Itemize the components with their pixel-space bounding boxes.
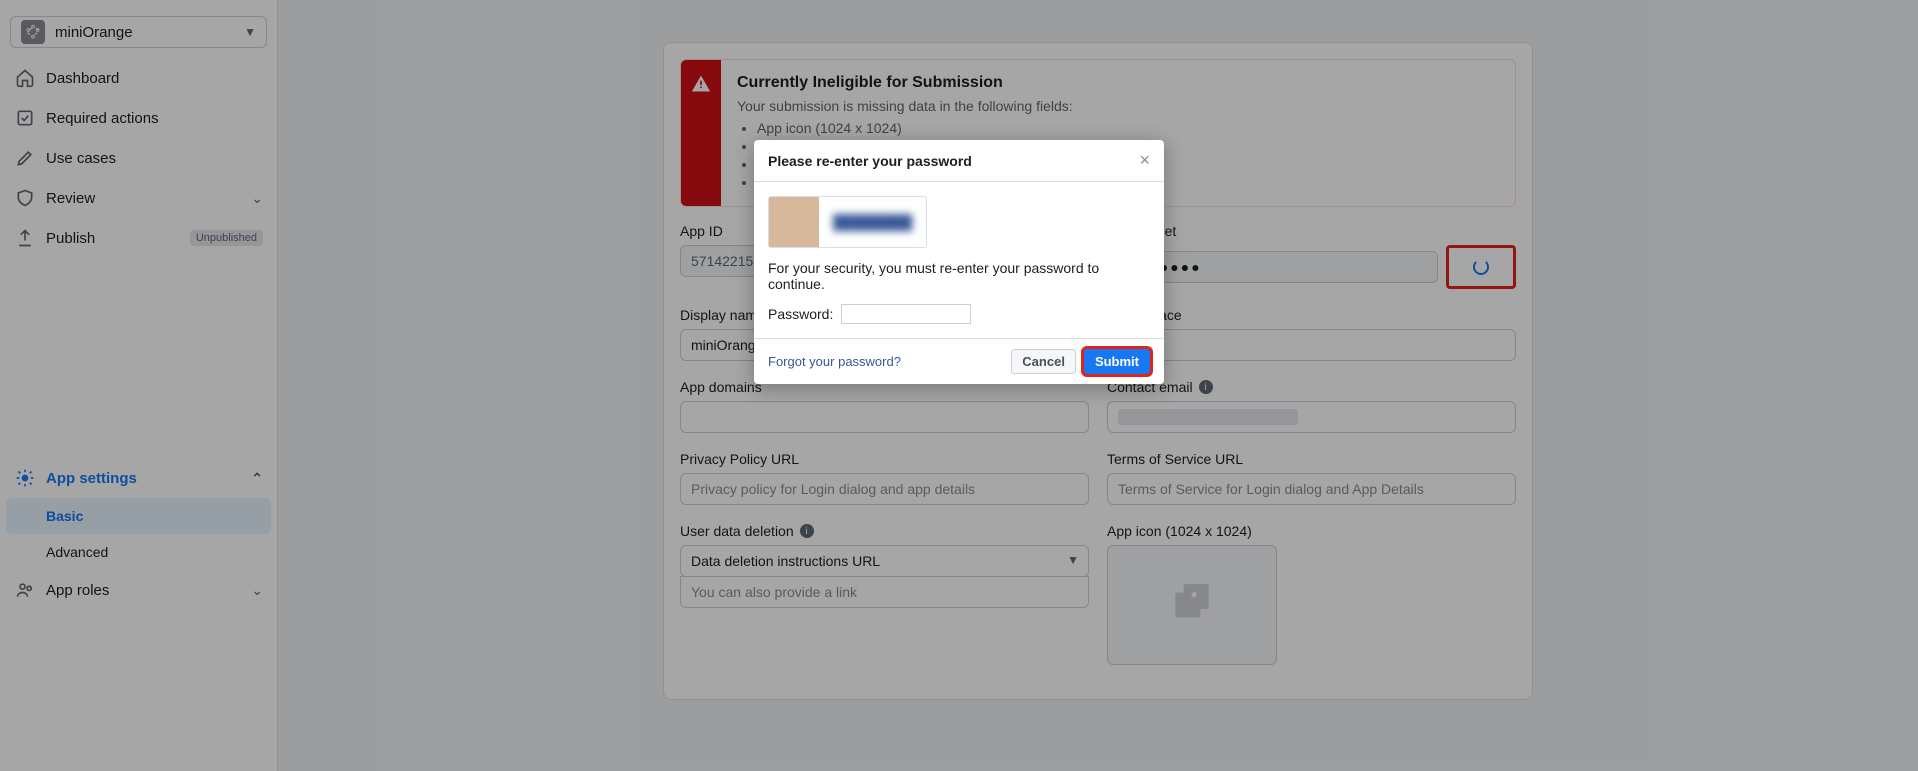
modal-security-text: For your security, you must re-enter you… <box>768 260 1150 292</box>
forgot-password-link[interactable]: Forgot your password? <box>768 354 1011 369</box>
modal-title: Please re-enter your password <box>768 153 1139 169</box>
modal-overlay: Please re-enter your password × ████████… <box>0 0 1918 771</box>
avatar <box>769 197 819 247</box>
password-input[interactable] <box>841 304 971 324</box>
password-modal: Please re-enter your password × ████████… <box>754 140 1164 384</box>
close-icon[interactable]: × <box>1139 150 1150 171</box>
user-name-redacted: ████████ <box>819 214 926 230</box>
cancel-button[interactable]: Cancel <box>1011 349 1076 374</box>
user-badge: ████████ <box>768 196 927 248</box>
password-label: Password: <box>768 306 833 322</box>
submit-button[interactable]: Submit <box>1084 349 1150 374</box>
